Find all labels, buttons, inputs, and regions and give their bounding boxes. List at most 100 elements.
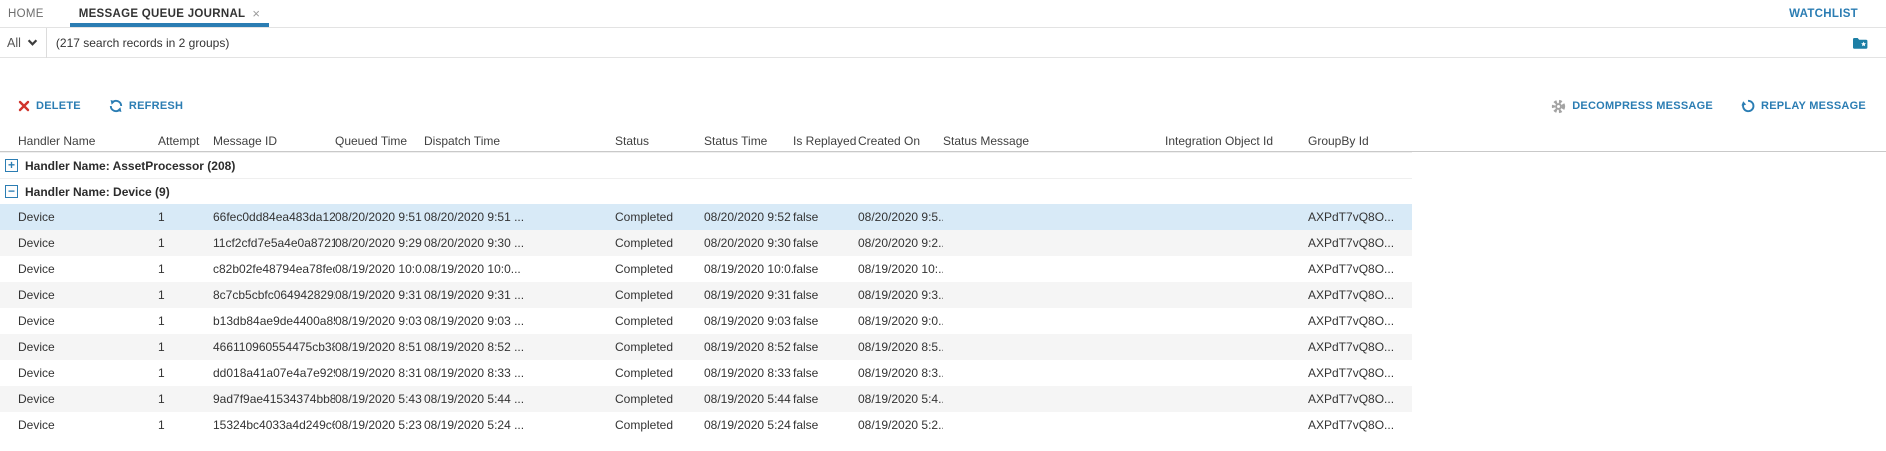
table-row[interactable]: Device115324bc4033a4d249c67... 08/19/2020… [0,412,1412,438]
cell-attempt: 1 [158,282,213,308]
table-row[interactable]: Device166fec0dd84ea483da124...08/20/2020… [0,204,1412,230]
visibility-filter-dropdown[interactable]: All [0,28,47,58]
cell-message_id: 15324bc4033a4d249c67... [213,412,335,438]
table-body: +Handler Name: AssetProcessor (208)−Hand… [0,152,1886,438]
cell-status_time: 08/19/2020 10:0... [704,256,793,282]
column-header-integration_object_id[interactable]: Integration Object Id [1165,130,1308,151]
tab-message-queue-journal[interactable]: MESSAGE QUEUE JOURNAL × [70,0,270,27]
cell-handler_name: Device [18,386,158,412]
cell-queued_time: 08/19/2020 10:0... [335,256,424,282]
cell-status_message [943,230,1165,256]
cell-handler_name: Device [18,256,158,282]
refresh-button[interactable]: REFRESH [109,99,183,113]
cell-message_id: b13db84ae9de4400a85f... [213,308,335,334]
watchlist-folder-icon[interactable] [1852,36,1869,55]
column-header-status_time[interactable]: Status Time [704,130,793,151]
cell-status_time: 08/19/2020 8:33 ... [704,360,793,386]
column-header-created_on[interactable]: Created On [858,130,943,151]
cell-created_on: 08/19/2020 10:... [858,256,943,282]
column-header-message_id[interactable]: Message ID [213,130,335,151]
cell-attempt: 1 [158,204,213,230]
cell-status_time: 08/19/2020 9:31 ... [704,282,793,308]
column-header-status[interactable]: Status [615,130,704,151]
column-header-attempt[interactable]: Attempt [158,130,213,151]
cell-handler_name: Device [18,282,158,308]
record-count-summary: (217 search records in 2 groups) [56,36,229,50]
column-header-groupby_id[interactable]: GroupBy Id [1308,130,1412,151]
column-header-status_message[interactable]: Status Message [943,130,1165,151]
refresh-icon [109,99,123,113]
column-header-is_replayed[interactable]: Is Replayed [793,130,858,151]
decompress-message-button[interactable]: DECOMPRESS MESSAGE [1551,99,1713,114]
table-row[interactable]: Device1dd018a41a07e4a7e929a...08/19/2020… [0,360,1412,386]
gear-icon [1551,99,1566,114]
cell-status_message [943,308,1165,334]
tab-bar: HOME MESSAGE QUEUE JOURNAL × WATCHLIST [0,0,1886,28]
cell-handler_name: Device [18,334,158,360]
tab-active-label: MESSAGE QUEUE JOURNAL [79,8,246,20]
cell-is_replayed: false [793,334,858,360]
cell-is_replayed: false [793,204,858,230]
collapse-icon[interactable]: − [5,185,18,198]
cell-dispatch_time: 08/19/2020 5:24 ... [424,412,615,438]
group-label: Handler Name: AssetProcessor (208) [25,159,235,173]
cell-created_on: 08/19/2020 8:5... [858,334,943,360]
cell-created_on: 08/19/2020 9:3... [858,282,943,308]
cell-groupby_id: AXPdT7vQ8O... [1308,282,1412,308]
group-label: Handler Name: Device (9) [25,185,170,199]
cell-message_id: 66fec0dd84ea483da124... [213,204,335,230]
cell-integration_object_id [1165,204,1308,230]
column-header-dispatch_time[interactable]: Dispatch Time [424,130,615,151]
cell-status_message [943,256,1165,282]
cell-attempt: 1 [158,360,213,386]
cell-queued_time: 08/20/2020 9:51 ... [335,204,424,230]
delete-button[interactable]: DELETE [18,100,81,112]
cell-dispatch_time: 08/19/2020 9:03 ... [424,308,615,334]
cell-handler_name: Device [18,412,158,438]
cell-groupby_id: AXPdT7vQ8O... [1308,412,1412,438]
cell-dispatch_time: 08/20/2020 9:30 ... [424,230,615,256]
table-row[interactable]: Device18c7cb5cbfc0649428292f...08/19/202… [0,282,1412,308]
group-row[interactable]: −Handler Name: Device (9) [0,178,1412,204]
cell-groupby_id: AXPdT7vQ8O... [1308,308,1412,334]
cell-groupby_id: AXPdT7vQ8O... [1308,334,1412,360]
cell-status_time: 08/19/2020 5:44 ... [704,386,793,412]
cell-is_replayed: false [793,230,858,256]
column-header-queued_time[interactable]: Queued Time [335,130,424,151]
dropdown-value: All [7,36,21,50]
table-row[interactable]: Device1b13db84ae9de4400a85f...08/19/2020… [0,308,1412,334]
cell-created_on: 08/20/2020 9:5... [858,204,943,230]
replay-message-button[interactable]: REPLAY MESSAGE [1741,99,1866,113]
table-row[interactable]: Device1c82b02fe48794ea78feda...08/19/202… [0,256,1412,282]
table-row[interactable]: Device1466110960554475cb389...08/19/2020… [0,334,1412,360]
cell-attempt: 1 [158,334,213,360]
cell-groupby_id: AXPdT7vQ8O... [1308,204,1412,230]
watchlist-link[interactable]: WATCHLIST [1789,0,1858,28]
cell-status_time: 08/19/2020 8:52 ... [704,334,793,360]
filter-bar: All (217 search records in 2 groups) [0,28,1886,58]
cell-handler_name: Device [18,204,158,230]
cell-created_on: 08/19/2020 5:2... [858,412,943,438]
close-tab-icon[interactable]: × [252,7,260,20]
cell-dispatch_time: 08/20/2020 9:51 ... [424,204,615,230]
cell-attempt: 1 [158,412,213,438]
column-header-handler_name[interactable]: Handler Name [18,130,158,151]
cell-status_time: 08/20/2020 9:52 ... [704,204,793,230]
expand-icon[interactable]: + [5,159,18,172]
cell-created_on: 08/19/2020 8:3... [858,360,943,386]
cell-status_message [943,386,1165,412]
cell-dispatch_time: 08/19/2020 9:31 ... [424,282,615,308]
cell-queued_time: 08/19/2020 8:51 ... [335,334,424,360]
cell-attempt: 1 [158,386,213,412]
table-row[interactable]: Device19ad7f9ae41534374bb85...08/19/2020… [0,386,1412,412]
cell-dispatch_time: 08/19/2020 8:33 ... [424,360,615,386]
cell-status: Completed [615,308,704,334]
table-row[interactable]: Device111cf2cfd7e5a4e0a87215...08/20/202… [0,230,1412,256]
cell-groupby_id: AXPdT7vQ8O... [1308,360,1412,386]
cell-status: Completed [615,386,704,412]
cell-status_message [943,204,1165,230]
tab-home[interactable]: HOME [8,0,54,27]
cell-created_on: 08/19/2020 9:0... [858,308,943,334]
group-row[interactable]: + Handler Name: AssetProcessor (208) [0,152,1412,178]
cell-handler_name: Device [18,360,158,386]
